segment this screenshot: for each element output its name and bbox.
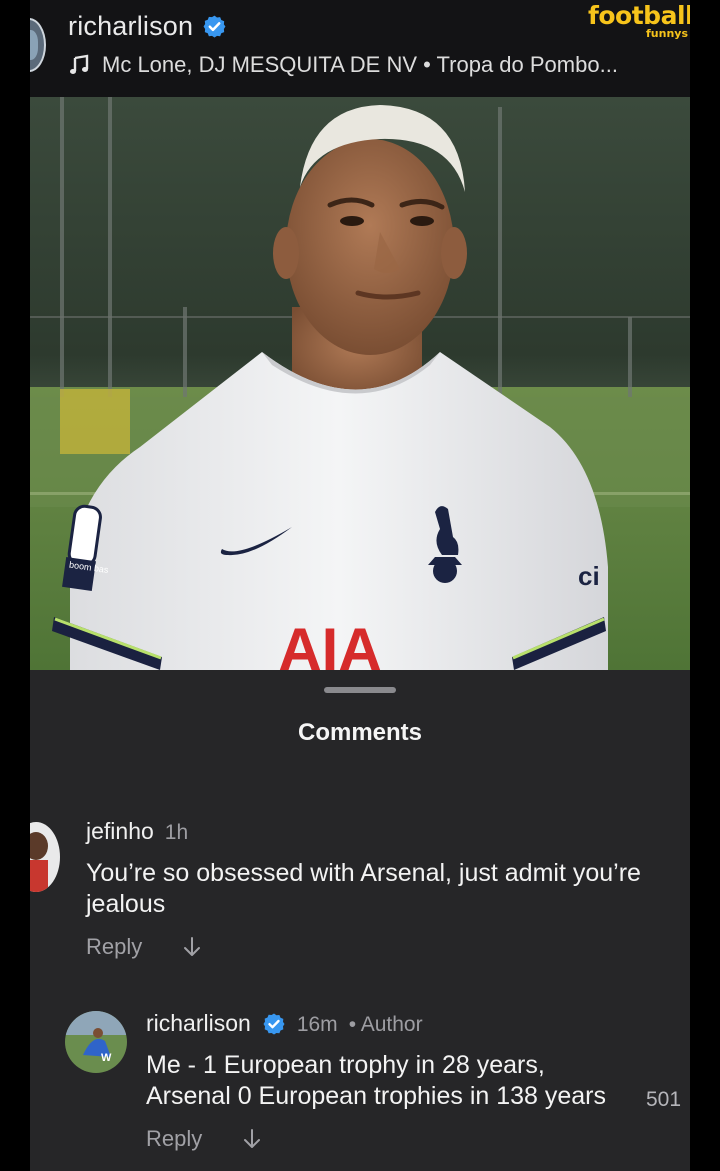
reply-button[interactable]: Reply — [146, 1126, 202, 1152]
comment-avatar[interactable] — [30, 822, 60, 892]
down-arrow-icon[interactable] — [242, 1128, 262, 1150]
comment-item: jefinho 1h You’re so obsessed with Arsen… — [86, 818, 676, 960]
down-arrow-icon[interactable] — [182, 936, 202, 958]
comment-time: 1h — [164, 821, 189, 844]
reel-view: richarlison Mc Lone, DJ MESQUITA DE NV •… — [30, 0, 690, 1171]
brand-name: footballl — [588, 1, 690, 30]
post-header: richarlison Mc Lone, DJ MESQUITA DE NV •… — [30, 0, 690, 97]
shirt-sponsor-text: AIA — [278, 616, 381, 670]
reply-text: Me - 1 European trophy in 28 years, Arse… — [146, 1051, 607, 1110]
sheet-drag-handle[interactable] — [324, 687, 396, 693]
reply-time: 16m — [296, 1013, 338, 1036]
reply-actions: Reply — [146, 1126, 690, 1152]
comment-text: You’re so obsessed with Arsenal, just ad… — [86, 859, 641, 918]
comments-sheet: Comments jefinho 1h You’re so obsessed w… — [30, 670, 690, 1171]
reply-item: richarlison 16m • Author Me - 1 European… — [146, 1010, 690, 1152]
app-frame: richarlison Mc Lone, DJ MESQUITA DE NV •… — [0, 0, 720, 1171]
verified-badge-icon — [262, 1012, 286, 1036]
post-username[interactable]: richarlison — [68, 11, 193, 42]
comment-username[interactable]: jefinho — [86, 818, 154, 845]
comment-actions: Reply — [86, 934, 676, 960]
comment-header: jefinho 1h — [86, 818, 676, 845]
post-user-row: richarlison — [68, 11, 227, 42]
music-track-label: Mc Lone, DJ MESQUITA DE NV • Tropa do Po… — [102, 52, 618, 77]
reply-username[interactable]: richarlison — [146, 1010, 251, 1037]
reply-header: richarlison 16m • Author — [146, 1010, 690, 1037]
music-row[interactable]: Mc Lone, DJ MESQUITA DE NV • Tropa do Po… — [68, 52, 618, 78]
author-tag: • Author — [348, 1013, 423, 1036]
verified-badge-icon — [202, 14, 227, 39]
sleeve-partner-text: ci — [578, 561, 600, 591]
brand-watermark: footballl funnys — [588, 1, 690, 40]
reply-button[interactable]: Reply — [86, 934, 142, 960]
post-avatar[interactable] — [30, 18, 46, 72]
reply-avatar[interactable]: W — [65, 1011, 127, 1073]
post-photo[interactable]: AIA boom bas ci — [30, 97, 690, 670]
comments-title: Comments — [297, 719, 423, 746]
music-note-icon — [68, 54, 90, 76]
svg-text:W: W — [101, 1052, 112, 1064]
like-count: 501 — [646, 1088, 682, 1111]
